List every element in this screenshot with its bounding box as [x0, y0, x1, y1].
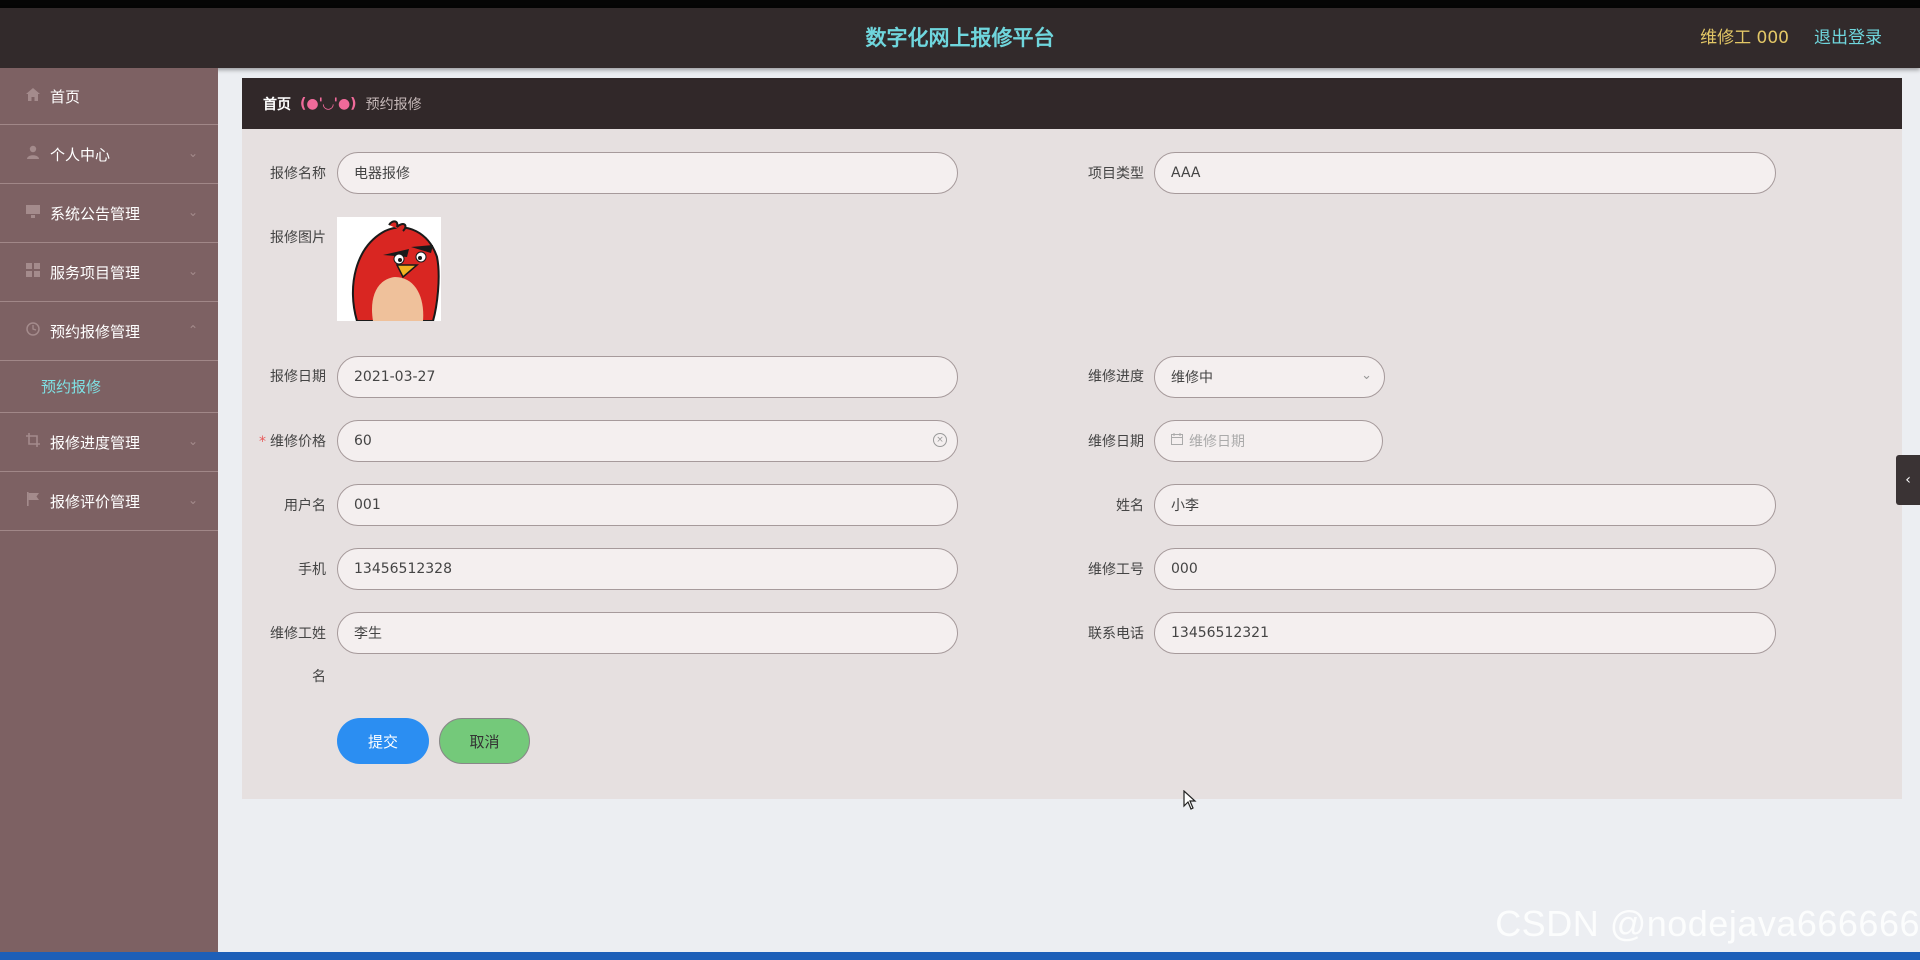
- grid-icon: [24, 263, 42, 281]
- repair-date-label: 维修日期: [1088, 434, 1144, 450]
- realname-input[interactable]: 小李: [1154, 484, 1776, 526]
- taskbar-strip: [0, 952, 1920, 960]
- image-label: 报修图片: [270, 230, 326, 246]
- worker-name-input[interactable]: 李生: [337, 612, 958, 654]
- breadcrumb-home[interactable]: 首页: [263, 94, 291, 114]
- username-label: 用户名: [284, 498, 326, 514]
- chevron-down-icon: ⌄: [187, 434, 198, 448]
- current-user: 维修工 000: [1700, 28, 1789, 48]
- realname-label: 姓名: [1116, 498, 1144, 514]
- worker-name-label: 维修工姓 名: [242, 623, 326, 686]
- sidebar-item-home[interactable]: 首页: [0, 68, 218, 125]
- clock-icon: [24, 322, 42, 340]
- home-icon: [24, 87, 42, 105]
- price-input-value: 60: [354, 433, 372, 449]
- chevron-down-icon: ⌄: [187, 264, 198, 278]
- worker-no-input[interactable]: 000: [1154, 548, 1776, 590]
- sidebar-item-announcements[interactable]: 系统公告管理 ⌄: [0, 184, 218, 243]
- user-icon: [24, 145, 42, 163]
- sidebar-item-label: 报修评价管理: [50, 492, 141, 511]
- sidebar-item-label: 服务项目管理: [50, 263, 141, 282]
- watermark: CSDN @nodejava666666: [1495, 903, 1920, 944]
- progress-label: 维修进度: [1088, 369, 1144, 385]
- contact-input[interactable]: 13456512321: [1154, 612, 1776, 654]
- sidebar-item-label: 报修进度管理: [50, 433, 141, 452]
- form-panel: [242, 129, 1902, 799]
- chevron-left-icon: ‹: [1905, 472, 1911, 488]
- worker-name-label-line1: 维修工姓: [270, 626, 326, 642]
- breadcrumb: 首页 (●'◡'●) 预约报修: [242, 78, 1902, 129]
- chevron-down-icon: ⌄: [187, 146, 198, 160]
- breadcrumb-current: 预约报修: [365, 96, 422, 113]
- sidebar-item-label: 预约报修: [41, 378, 102, 396]
- calendar-icon: [1171, 433, 1183, 449]
- sidebar-item-reviews[interactable]: 报修评价管理 ⌄: [0, 472, 218, 531]
- breadcrumb-separator: (●'◡'●): [300, 95, 357, 112]
- name-label: 报修名称: [270, 166, 326, 182]
- price-label: * 维修价格: [242, 431, 326, 451]
- clear-icon[interactable]: ×: [933, 433, 947, 447]
- phone-input[interactable]: 13456512328: [337, 548, 958, 590]
- top-header: 数字化网上报修平台 维修工 000 退出登录: [0, 8, 1920, 68]
- repair-date-placeholder: 维修日期: [1189, 434, 1245, 450]
- worker-name-label-line2: 名: [312, 669, 326, 685]
- sidebar-item-label: 预约报修管理: [50, 322, 141, 341]
- required-marker: *: [259, 434, 266, 450]
- type-label: 项目类型: [1088, 166, 1144, 182]
- phone-label: 手机: [298, 562, 326, 578]
- project-type-input[interactable]: AAA: [1154, 152, 1776, 194]
- price-input[interactable]: 60 ×: [337, 420, 958, 462]
- progress-select[interactable]: 维修中 ⌄: [1154, 356, 1385, 398]
- sidebar-item-profile[interactable]: 个人中心 ⌄: [0, 125, 218, 184]
- repair-date-picker[interactable]: 维修日期: [1154, 420, 1383, 462]
- repair-image[interactable]: [337, 217, 441, 321]
- chevron-down-icon: ⌄: [187, 205, 198, 219]
- window-top-strip: [0, 0, 1920, 8]
- cancel-button[interactable]: 取消: [439, 718, 530, 764]
- worker-no-label: 维修工号: [1088, 562, 1144, 578]
- username-input[interactable]: 001: [337, 484, 958, 526]
- sidebar-item-label: 系统公告管理: [50, 204, 141, 223]
- sidebar-item-label: 首页: [50, 87, 81, 106]
- chevron-down-icon: ⌄: [187, 493, 198, 507]
- contact-label: 联系电话: [1088, 626, 1144, 642]
- mouse-cursor-icon: [1183, 790, 1197, 810]
- price-label-text: 维修价格: [270, 434, 326, 450]
- monitor-icon: [24, 204, 42, 222]
- progress-select-value: 维修中: [1171, 370, 1213, 386]
- panel-toggle-button[interactable]: ‹: [1896, 455, 1920, 505]
- sidebar-item-label: 个人中心: [50, 145, 111, 164]
- app-title: 数字化网上报修平台: [865, 26, 1055, 50]
- submit-button[interactable]: 提交: [337, 718, 429, 764]
- sidebar-item-progress[interactable]: 报修进度管理 ⌄: [0, 413, 218, 472]
- chevron-down-icon: ⌄: [1361, 368, 1372, 383]
- repair-name-input[interactable]: 电器报修: [337, 152, 958, 194]
- flag-icon: [24, 492, 42, 510]
- sidebar: 首页 个人中心 ⌄ 系统公告管理 ⌄ 服务项目管理 ⌄ 预约报修管理 ⌃ 预约报…: [0, 68, 218, 952]
- repair-date-input[interactable]: 2021-03-27: [337, 356, 958, 398]
- chevron-up-icon: ⌃: [187, 323, 198, 337]
- logout-link[interactable]: 退出登录: [1814, 8, 1882, 68]
- crop-icon: [24, 433, 42, 451]
- sidebar-item-services[interactable]: 服务项目管理 ⌄: [0, 243, 218, 302]
- sidebar-subitem-appointment[interactable]: 预约报修: [0, 361, 218, 413]
- date-label: 报修日期: [270, 369, 326, 385]
- sidebar-item-appointments[interactable]: 预约报修管理 ⌃: [0, 302, 218, 361]
